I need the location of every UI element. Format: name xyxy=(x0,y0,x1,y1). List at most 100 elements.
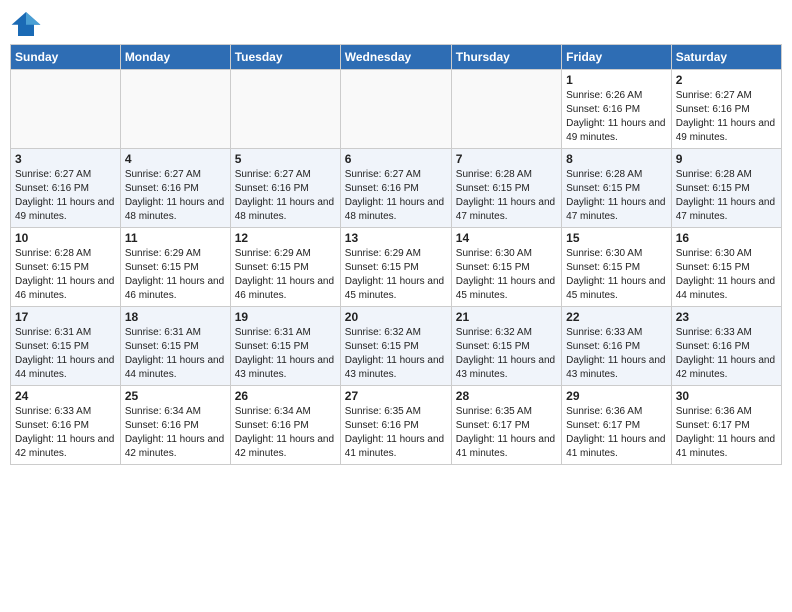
day-number: 13 xyxy=(345,231,447,245)
calendar-header-row: SundayMondayTuesdayWednesdayThursdayFrid… xyxy=(11,45,782,70)
day-number: 29 xyxy=(566,389,667,403)
calendar-cell: 10 Sunrise: 6:28 AM Sunset: 6:15 PM Dayli… xyxy=(11,228,121,307)
calendar-cell: 23 Sunrise: 6:33 AM Sunset: 6:16 PM Dayli… xyxy=(671,307,781,386)
day-number: 1 xyxy=(566,73,667,87)
day-info: Sunrise: 6:31 AM Sunset: 6:15 PM Dayligh… xyxy=(125,326,226,382)
day-info: Sunrise: 6:29 AM Sunset: 6:15 PM Dayligh… xyxy=(345,247,447,303)
day-info: Sunrise: 6:35 AM Sunset: 6:17 PM Dayligh… xyxy=(456,405,557,461)
calendar-cell: 12 Sunrise: 6:29 AM Sunset: 6:15 PM Dayli… xyxy=(230,228,340,307)
day-number: 15 xyxy=(566,231,667,245)
day-number: 21 xyxy=(456,310,557,324)
day-info: Sunrise: 6:29 AM Sunset: 6:15 PM Dayligh… xyxy=(125,247,226,303)
calendar-cell xyxy=(120,70,230,149)
calendar-cell: 1 Sunrise: 6:26 AM Sunset: 6:16 PM Daylig… xyxy=(562,70,672,149)
day-info: Sunrise: 6:29 AM Sunset: 6:15 PM Dayligh… xyxy=(235,247,336,303)
day-info: Sunrise: 6:27 AM Sunset: 6:16 PM Dayligh… xyxy=(235,168,336,224)
day-number: 28 xyxy=(456,389,557,403)
page-header xyxy=(10,10,782,38)
day-number: 24 xyxy=(15,389,116,403)
calendar-cell: 30 Sunrise: 6:36 AM Sunset: 6:17 PM Dayli… xyxy=(671,386,781,465)
day-header-monday: Monday xyxy=(120,45,230,70)
day-number: 27 xyxy=(345,389,447,403)
day-info: Sunrise: 6:28 AM Sunset: 6:15 PM Dayligh… xyxy=(566,168,667,224)
calendar-cell: 13 Sunrise: 6:29 AM Sunset: 6:15 PM Dayli… xyxy=(340,228,451,307)
day-header-thursday: Thursday xyxy=(451,45,561,70)
calendar-cell: 9 Sunrise: 6:28 AM Sunset: 6:15 PM Daylig… xyxy=(671,149,781,228)
calendar-cell xyxy=(451,70,561,149)
day-number: 30 xyxy=(676,389,777,403)
day-number: 22 xyxy=(566,310,667,324)
day-info: Sunrise: 6:30 AM Sunset: 6:15 PM Dayligh… xyxy=(566,247,667,303)
calendar-cell: 17 Sunrise: 6:31 AM Sunset: 6:15 PM Dayli… xyxy=(11,307,121,386)
calendar-week-row: 3Sunrise: 6:27 AM Sunset: 6:16 PM Daylig… xyxy=(11,149,782,228)
day-number: 5 xyxy=(235,152,336,166)
calendar-week-row: 17 Sunrise: 6:31 AM Sunset: 6:15 PM Dayli… xyxy=(11,307,782,386)
calendar-cell: 19 Sunrise: 6:31 AM Sunset: 6:15 PM Dayli… xyxy=(230,307,340,386)
day-number: 9 xyxy=(676,152,777,166)
calendar-cell: 7Sunrise: 6:28 AM Sunset: 6:15 PM Daylig… xyxy=(451,149,561,228)
day-number: 11 xyxy=(125,231,226,245)
calendar-cell: 14Sunrise: 6:30 AM Sunset: 6:15 PM Dayli… xyxy=(451,228,561,307)
day-number: 8 xyxy=(566,152,667,166)
calendar-cell: 3Sunrise: 6:27 AM Sunset: 6:16 PM Daylig… xyxy=(11,149,121,228)
day-info: Sunrise: 6:28 AM Sunset: 6:15 PM Dayligh… xyxy=(456,168,557,224)
day-info: Sunrise: 6:34 AM Sunset: 6:16 PM Dayligh… xyxy=(125,405,226,461)
day-number: 2 xyxy=(676,73,777,87)
calendar-cell: 18 Sunrise: 6:31 AM Sunset: 6:15 PM Dayli… xyxy=(120,307,230,386)
calendar-cell: 8 Sunrise: 6:28 AM Sunset: 6:15 PM Daylig… xyxy=(562,149,672,228)
calendar-cell: 2 Sunrise: 6:27 AM Sunset: 6:16 PM Daylig… xyxy=(671,70,781,149)
day-header-wednesday: Wednesday xyxy=(340,45,451,70)
day-number: 23 xyxy=(676,310,777,324)
day-number: 14 xyxy=(456,231,557,245)
logo xyxy=(10,10,46,38)
day-info: Sunrise: 6:33 AM Sunset: 6:16 PM Dayligh… xyxy=(676,326,777,382)
calendar-cell xyxy=(11,70,121,149)
logo-icon xyxy=(10,10,42,38)
day-number: 17 xyxy=(15,310,116,324)
calendar-cell: 25 Sunrise: 6:34 AM Sunset: 6:16 PM Dayli… xyxy=(120,386,230,465)
day-info: Sunrise: 6:28 AM Sunset: 6:15 PM Dayligh… xyxy=(676,168,777,224)
calendar-cell: 15 Sunrise: 6:30 AM Sunset: 6:15 PM Dayli… xyxy=(562,228,672,307)
calendar-cell: 28 Sunrise: 6:35 AM Sunset: 6:17 PM Dayli… xyxy=(451,386,561,465)
calendar-cell: 5 Sunrise: 6:27 AM Sunset: 6:16 PM Daylig… xyxy=(230,149,340,228)
day-number: 18 xyxy=(125,310,226,324)
day-info: Sunrise: 6:32 AM Sunset: 6:15 PM Dayligh… xyxy=(345,326,447,382)
calendar-cell xyxy=(340,70,451,149)
calendar-cell: 4Sunrise: 6:27 AM Sunset: 6:16 PM Daylig… xyxy=(120,149,230,228)
day-header-tuesday: Tuesday xyxy=(230,45,340,70)
day-info: Sunrise: 6:35 AM Sunset: 6:16 PM Dayligh… xyxy=(345,405,447,461)
calendar-cell: 16 Sunrise: 6:30 AM Sunset: 6:15 PM Dayli… xyxy=(671,228,781,307)
day-number: 10 xyxy=(15,231,116,245)
calendar-week-row: 1 Sunrise: 6:26 AM Sunset: 6:16 PM Daylig… xyxy=(11,70,782,149)
calendar-week-row: 10 Sunrise: 6:28 AM Sunset: 6:15 PM Dayli… xyxy=(11,228,782,307)
calendar-cell: 6 Sunrise: 6:27 AM Sunset: 6:16 PM Daylig… xyxy=(340,149,451,228)
calendar-cell: 20 Sunrise: 6:32 AM Sunset: 6:15 PM Dayli… xyxy=(340,307,451,386)
calendar-cell: 26Sunrise: 6:34 AM Sunset: 6:16 PM Dayli… xyxy=(230,386,340,465)
day-number: 16 xyxy=(676,231,777,245)
day-header-friday: Friday xyxy=(562,45,672,70)
day-info: Sunrise: 6:26 AM Sunset: 6:16 PM Dayligh… xyxy=(566,89,667,145)
day-number: 20 xyxy=(345,310,447,324)
day-header-saturday: Saturday xyxy=(671,45,781,70)
day-info: Sunrise: 6:32 AM Sunset: 6:15 PM Dayligh… xyxy=(456,326,557,382)
day-info: Sunrise: 6:27 AM Sunset: 6:16 PM Dayligh… xyxy=(345,168,447,224)
calendar-cell: 22 Sunrise: 6:33 AM Sunset: 6:16 PM Dayli… xyxy=(562,307,672,386)
calendar-cell xyxy=(230,70,340,149)
calendar-table: SundayMondayTuesdayWednesdayThursdayFrid… xyxy=(10,44,782,465)
day-info: Sunrise: 6:28 AM Sunset: 6:15 PM Dayligh… xyxy=(15,247,116,303)
day-info: Sunrise: 6:36 AM Sunset: 6:17 PM Dayligh… xyxy=(676,405,777,461)
day-number: 12 xyxy=(235,231,336,245)
day-info: Sunrise: 6:30 AM Sunset: 6:15 PM Dayligh… xyxy=(676,247,777,303)
day-info: Sunrise: 6:27 AM Sunset: 6:16 PM Dayligh… xyxy=(15,168,116,224)
day-info: Sunrise: 6:27 AM Sunset: 6:16 PM Dayligh… xyxy=(676,89,777,145)
day-number: 19 xyxy=(235,310,336,324)
day-info: Sunrise: 6:33 AM Sunset: 6:16 PM Dayligh… xyxy=(566,326,667,382)
day-info: Sunrise: 6:31 AM Sunset: 6:15 PM Dayligh… xyxy=(15,326,116,382)
day-number: 25 xyxy=(125,389,226,403)
calendar-cell: 21 Sunrise: 6:32 AM Sunset: 6:15 PM Dayli… xyxy=(451,307,561,386)
day-info: Sunrise: 6:33 AM Sunset: 6:16 PM Dayligh… xyxy=(15,405,116,461)
day-info: Sunrise: 6:31 AM Sunset: 6:15 PM Dayligh… xyxy=(235,326,336,382)
calendar-week-row: 24 Sunrise: 6:33 AM Sunset: 6:16 PM Dayli… xyxy=(11,386,782,465)
day-number: 6 xyxy=(345,152,447,166)
day-header-sunday: Sunday xyxy=(11,45,121,70)
